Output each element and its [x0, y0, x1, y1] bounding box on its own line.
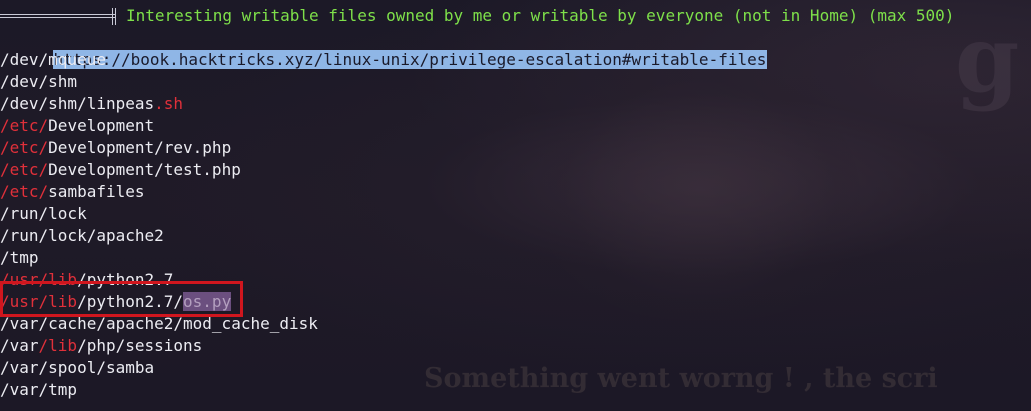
path-segment: /tmp	[0, 248, 39, 267]
terminal-output[interactable]: Interesting writable files owned by me o…	[0, 0, 1031, 401]
path-segment: /etc/	[0, 116, 49, 135]
highlighted-filename: os.py	[183, 292, 232, 311]
reference-link-line: https://book.hacktricks.xyz/linux-unix/p…	[0, 27, 1031, 69]
file-path-line: /var/tmp	[0, 379, 1031, 401]
file-path-line: /etc/Development/rev.php	[0, 137, 1031, 159]
path-segment: Development/test.php	[48, 160, 241, 179]
path-segment: sambafiles	[48, 182, 145, 201]
path-segment: /usr/lib	[0, 270, 78, 289]
path-segment: /etc/	[0, 138, 49, 157]
file-path-line: /run/lock	[0, 203, 1031, 225]
file-path-line: /var/cache/apache2/mod_cache_disk	[0, 313, 1031, 335]
path-segment: /python2.7/	[77, 292, 184, 311]
path-segment: /etc/	[0, 182, 49, 201]
path-segment: /lib	[38, 336, 78, 355]
path-segment: /dev/shm	[0, 72, 78, 91]
section-header: Interesting writable files owned by me o…	[0, 5, 1031, 27]
path-segment: /var/tmp	[0, 380, 78, 399]
file-path-line: /usr/lib/python2.7/os.py	[0, 291, 1031, 313]
file-path-line: /run/lock/apache2	[0, 225, 1031, 247]
file-path-line: /usr/lib/python2.7	[0, 269, 1031, 291]
writable-file-list: /dev/mqueue/dev/shm/dev/shm/linpeas.sh/e…	[0, 49, 1031, 401]
reference-link[interactable]: https://book.hacktricks.xyz/linux-unix/p…	[52, 50, 768, 69]
file-path-line: /etc/Development	[0, 115, 1031, 137]
path-segment: /etc/	[0, 160, 49, 179]
path-segment: /var/spool/samba	[0, 358, 155, 377]
path-segment: /var	[0, 336, 39, 355]
path-segment: Development	[48, 116, 155, 135]
file-path-line: /tmp	[0, 247, 1031, 269]
path-segment: /run/lock/apache2	[0, 226, 164, 245]
file-path-line: /etc/Development/test.php	[0, 159, 1031, 181]
path-segment: /php/sessions	[77, 336, 203, 355]
file-path-line: /var/spool/samba	[0, 357, 1031, 379]
path-segment: /dev/shm/linpeas	[0, 94, 155, 113]
box-drawing-decoration	[0, 5, 116, 27]
path-segment: /run/lock	[0, 204, 87, 223]
path-segment: /python2.7	[77, 270, 174, 289]
path-segment: /var/cache/apache2/mod_cache_disk	[0, 314, 318, 333]
file-path-line: /var/lib/php/sessions	[0, 335, 1031, 357]
path-segment: /usr/lib	[0, 292, 78, 311]
file-path-line: /dev/shm/linpeas.sh	[0, 93, 1031, 115]
file-path-line: /dev/shm	[0, 71, 1031, 93]
path-segment: .sh	[154, 94, 184, 113]
section-title: Interesting writable files owned by me o…	[126, 6, 955, 25]
file-path-line: /etc/sambafiles	[0, 181, 1031, 203]
path-segment: Development/rev.php	[48, 138, 232, 157]
path-segment: /dev/mqueue	[0, 50, 106, 69]
